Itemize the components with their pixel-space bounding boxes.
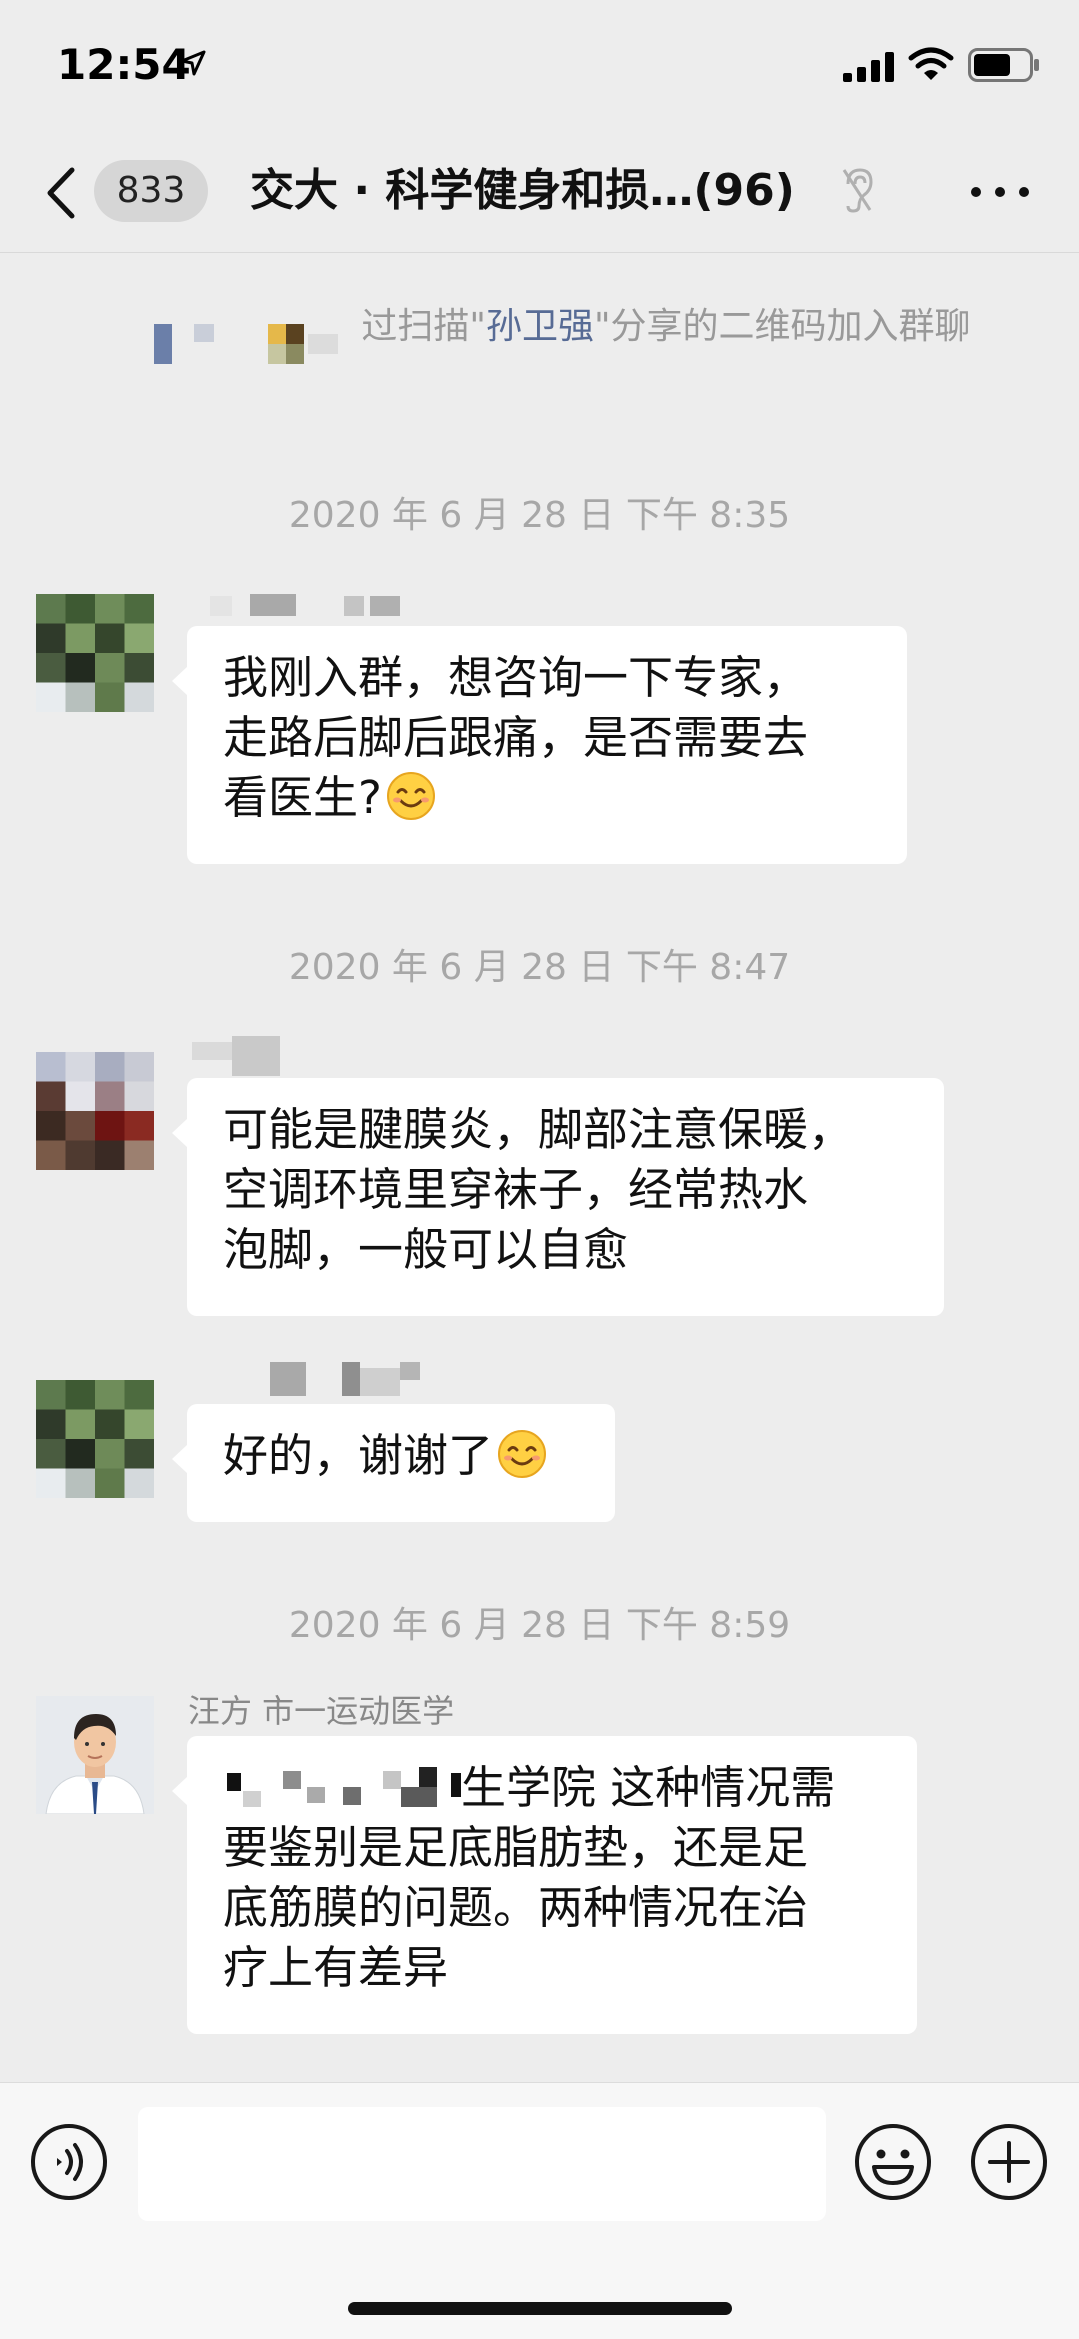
message-line: 泡脚，一般可以自愈 <box>223 1223 629 1276</box>
pixelated-sender-name <box>192 1036 312 1076</box>
message-bubble[interactable]: 好的，谢谢了 <box>172 1404 615 1522</box>
status-time: 12:54 <box>57 40 191 89</box>
pixelated-sender-name <box>270 1362 450 1396</box>
message-bubble[interactable]: 可能是腱膜炎，脚部注意保暖， 空调环境里穿袜子，经常热水 泡脚，一般可以自愈 <box>172 1078 944 1316</box>
emoji-icon[interactable] <box>854 2123 932 2201</box>
message-timestamp: 2020 年 6 月 28 日 下午 8:35 <box>288 495 791 536</box>
message-line: 我刚入群，想咨询一下专家， <box>223 651 809 704</box>
notice-text-after: "分享的二维码加入群聊 <box>594 306 971 347</box>
message-bubble[interactable]: 我刚入群，想咨询一下专家， 走路后脚后跟痛，是否需要去 看医生? <box>172 626 907 864</box>
smile-emoji-icon <box>386 772 435 820</box>
sender-name: 汪方 市一运动医学 <box>188 1692 455 1730</box>
wifi-icon <box>908 47 954 80</box>
message-timestamp: 2020 年 6 月 28 日 下午 8:47 <box>288 947 791 988</box>
message-line: 好的，谢谢了 <box>223 1429 494 1482</box>
location-arrow-icon <box>180 50 206 76</box>
message-timestamp: 2020 年 6 月 28 日 下午 8:59 <box>288 1605 791 1646</box>
cellular-signal-icon <box>843 52 894 82</box>
message-line: 疗上有差异 <box>223 1941 449 1994</box>
avatar[interactable] <box>36 1696 154 1814</box>
message-line: 空调环境里穿袜子，经常热水 <box>223 1163 809 1216</box>
pixelated-name <box>154 324 224 368</box>
status-bar: 12:54 <box>0 0 1079 130</box>
message-line: 生学院 这种情况需 <box>461 1761 836 1814</box>
avatar[interactable] <box>36 1380 154 1498</box>
chat-title[interactable]: 交大 · 科学健身和损…(96) <box>250 160 840 222</box>
message-line: 走路后脚后跟痛，是否需要去 <box>223 711 809 764</box>
avatar[interactable] <box>36 1052 154 1170</box>
pixelated-mention <box>223 1761 461 1811</box>
home-indicator[interactable] <box>348 2302 732 2315</box>
message-line: 可能是腱膜炎，脚部注意保暖， <box>223 1103 854 1156</box>
avatar[interactable] <box>36 594 154 712</box>
unread-count-badge[interactable]: 833 <box>94 160 208 222</box>
message-line: 底筋膜的问题。两种情况在治 <box>223 1881 809 1934</box>
notice-highlight-name[interactable]: 孙卫强 <box>486 306 594 347</box>
ear-icon <box>842 168 873 213</box>
back-icon[interactable] <box>44 166 78 220</box>
battery-icon <box>968 48 1039 82</box>
message-input[interactable] <box>138 2107 826 2221</box>
pixelated-sender-name <box>210 594 430 618</box>
system-join-notice: 过扫描"孙卫强"分享的二维码加入群聊 <box>150 300 980 410</box>
input-toolbar <box>0 2082 1079 2339</box>
plus-icon[interactable] <box>970 2123 1048 2201</box>
notice-text-before: 过扫描" <box>361 306 486 347</box>
message-line: 看医生? <box>223 771 382 824</box>
smile-emoji-icon <box>498 1430 547 1478</box>
voice-input-icon[interactable] <box>30 2123 108 2201</box>
message-line: 要鉴别是足底脂肪垫，还是足 <box>223 1821 809 1874</box>
chat-header: 833 交大 · 科学健身和损…(96) <box>0 130 1079 253</box>
message-bubble[interactable]: 生学院 这种情况需 要鉴别是足底脂肪垫，还是足 底筋膜的问题。两种情况在治 疗上… <box>172 1736 917 2034</box>
pixelated-name-2 <box>268 324 348 368</box>
more-icon[interactable] <box>970 186 1030 198</box>
